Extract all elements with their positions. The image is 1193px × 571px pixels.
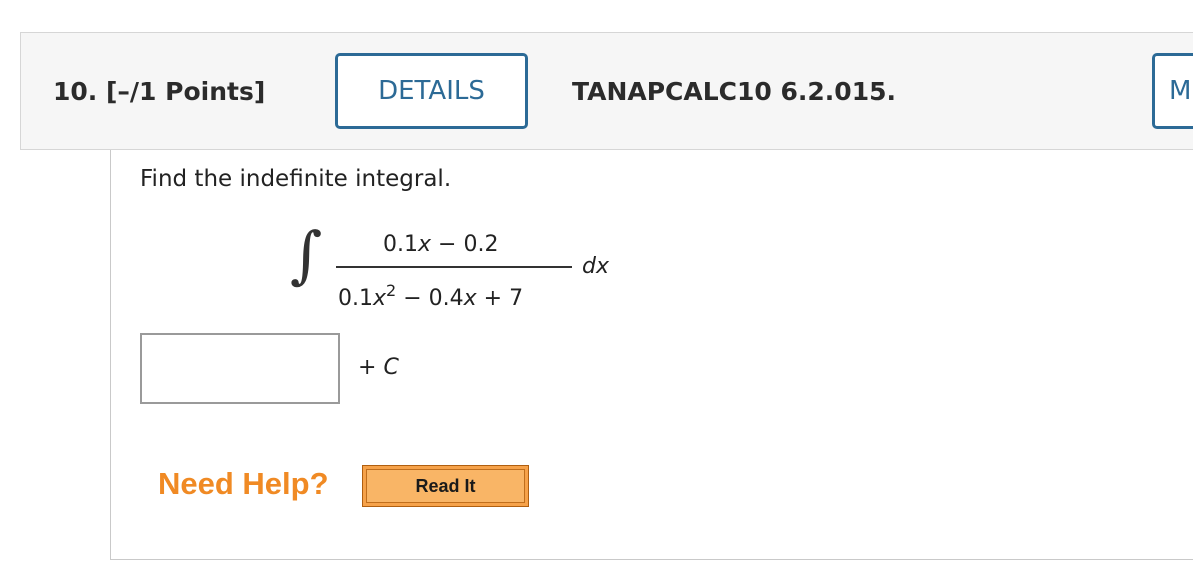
differential-dx: dx [582,254,609,279]
question-header: 10. [–/1 Points] DETAILS TANAPCALC10 6.2… [20,32,1193,150]
read-it-label: Read It [366,469,525,503]
denominator-minus: − 0.4 [396,286,464,311]
fraction-bar [336,266,572,268]
denominator-var: x [373,286,387,311]
constant-c: C [383,355,399,380]
my-notes-button[interactable]: M [1152,53,1193,129]
numerator-coef: 0.1 [383,232,418,257]
denominator-var2: x [463,286,477,311]
denominator-rest: + 7 [476,286,524,311]
denominator-exponent: 2 [386,281,397,300]
integrand-denominator: 0.1x2 − 0.4x + 7 [338,281,523,311]
details-button[interactable]: DETAILS [335,53,528,129]
question-code: TANAPCALC10 6.2.015. [572,77,896,106]
integrand-numerator: 0.1x − 0.2 [383,232,498,257]
answer-input[interactable] [140,333,340,404]
my-notes-label: M [1169,76,1192,106]
problem-prompt: Find the indefinite integral. [140,166,452,192]
plus-sign: + [358,355,384,380]
question-points-label: 10. [–/1 Points] [53,77,266,106]
integral-symbol: ∫ [290,218,323,291]
need-help-label: Need Help? [158,466,329,501]
numerator-rest: − 0.2 [431,232,499,257]
denominator-coef: 0.1 [338,286,373,311]
numerator-var: x [418,232,432,257]
plus-constant: + C [358,355,399,380]
read-it-button[interactable]: Read It [362,465,529,507]
